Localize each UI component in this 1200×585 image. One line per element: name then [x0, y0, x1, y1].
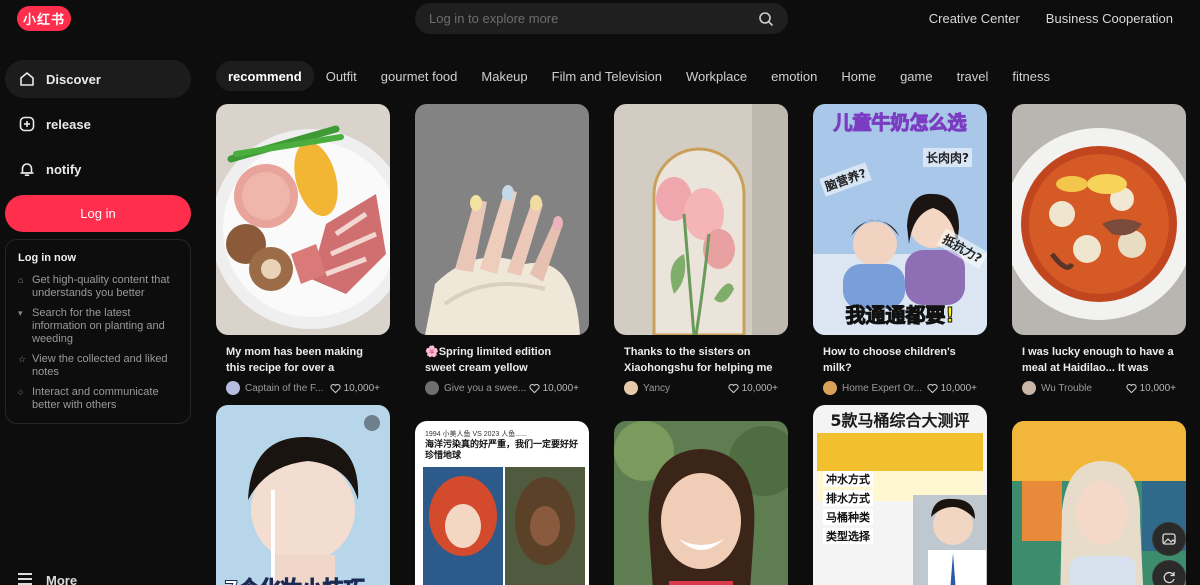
avatar[interactable]	[624, 381, 638, 395]
plus-square-icon	[19, 116, 35, 132]
note-title[interactable]: Thanks to the sisters on Xiaohongshu for…	[614, 344, 788, 376]
avatar[interactable]	[425, 381, 439, 395]
login-benefits-card: Log in now ⌂ Get high-quality content tha…	[5, 239, 191, 424]
author-name[interactable]: Wu Trouble	[1041, 383, 1126, 394]
like-count[interactable]: 10,000+	[926, 383, 977, 394]
sidebar-item-notify[interactable]: notify	[5, 150, 191, 188]
note-cover[interactable]: 1994 小美人鱼 VS 2023 人鱼...... 海洋污染真的好严重，我们一…	[415, 421, 589, 585]
heart-icon	[528, 383, 540, 393]
note-card[interactable]: Thanks to the sisters on Xiaohongshu for…	[614, 104, 788, 395]
bell-icon	[20, 163, 34, 176]
like-count[interactable]: 10,000+	[329, 383, 380, 394]
cover-tag: 长肉肉?	[923, 148, 972, 167]
note-card[interactable]: 儿童牛奶怎么选 脑营养? 长肉肉? 抵抗力? 我通通都要! How to cho…	[813, 104, 987, 395]
sidebar-item-release[interactable]: release	[5, 105, 191, 143]
note-cover[interactable]: 儿童牛奶怎么选 脑营养? 长肉肉? 抵抗力? 我通通都要!	[813, 104, 987, 335]
discover-icon	[20, 72, 34, 86]
author-name[interactable]: Home Expert Or...	[842, 383, 927, 394]
note-card[interactable]: My mom has been making this recipe for o…	[216, 104, 390, 395]
benefit-item: ⌂ Get high-quality content that understan…	[18, 274, 170, 299]
video-play-icon	[364, 415, 380, 431]
note-cover[interactable]: 5款马桶综合大测评 冲水方式 排水方式 马桶种类 类型选择	[813, 405, 987, 585]
note-cover[interactable]	[1012, 104, 1186, 335]
note-card[interactable]	[614, 421, 788, 585]
star-icon: ☆	[18, 354, 27, 364]
tab-recommend[interactable]: recommend	[216, 61, 314, 91]
note-cover[interactable]	[1012, 421, 1186, 585]
benefit-item: ☆ View the collected and liked notes	[18, 353, 168, 378]
author-name[interactable]: Give you a swee...	[444, 383, 529, 394]
chat-icon: ○	[18, 387, 24, 397]
heart-icon	[926, 383, 938, 393]
note-card[interactable]: I was lucky enough to have a meal at Hai…	[1012, 104, 1186, 395]
note-cover[interactable]	[415, 104, 589, 335]
image-view-button[interactable]	[1152, 522, 1186, 556]
tab-home[interactable]: Home	[829, 61, 888, 91]
app-logo[interactable]: 小红书	[17, 6, 71, 31]
like-count[interactable]: 10,000+	[1125, 383, 1176, 394]
sidebar-item-discover[interactable]: Discover	[5, 60, 191, 98]
tab-game[interactable]: game	[888, 61, 945, 91]
cover-title-overlay: 儿童牛奶怎么选	[833, 112, 967, 135]
heart-icon	[1125, 383, 1137, 393]
note-card[interactable]: 1994 小美人鱼 VS 2023 人鱼...... 海洋污染真的好严重，我们一…	[415, 421, 589, 585]
benefit-item: ○ Interact and communicate better with ot…	[18, 386, 159, 411]
tab-outfit[interactable]: Outfit	[314, 61, 369, 91]
creative-center-link[interactable]: Creative Center	[929, 11, 1020, 26]
more-menu[interactable]: More	[18, 573, 77, 585]
tab-workplace[interactable]: Workplace	[674, 61, 759, 91]
tab-emotion[interactable]: emotion	[759, 61, 829, 91]
note-cover[interactable]	[614, 104, 788, 335]
avatar[interactable]	[1022, 381, 1036, 395]
sidebar-item-label: notify	[46, 161, 82, 177]
note-cover[interactable]	[216, 104, 390, 335]
login-card-title: Log in now	[18, 252, 77, 264]
business-cooperation-link[interactable]: Business Cooperation	[1046, 11, 1173, 26]
login-button[interactable]: Log in	[5, 195, 191, 232]
refresh-icon	[1163, 571, 1175, 584]
sidebar-item-label: release	[46, 116, 91, 132]
search-input[interactable]	[429, 11, 758, 26]
cover-feature-list: 冲水方式 排水方式 马桶种类 类型选择	[823, 471, 873, 547]
note-title[interactable]: I was lucky enough to have a meal at Hai…	[1012, 344, 1186, 376]
like-count[interactable]: 10,000+	[528, 383, 579, 394]
home-icon: ⌂	[18, 275, 24, 285]
tab-makeup[interactable]: Makeup	[469, 61, 539, 91]
note-title[interactable]: How to choose children's milk?	[813, 344, 987, 376]
cover-caption-small: 1994 小美人鱼 VS 2023 人鱼......	[425, 431, 527, 438]
cover-caption: 海洋污染真的好严重，我们一定要好好珍惜地球	[425, 440, 579, 461]
sidebar: Discover release notify Log in Log in no…	[5, 60, 191, 424]
tab-travel[interactable]: travel	[945, 61, 1001, 91]
avatar[interactable]	[823, 381, 837, 395]
author-name[interactable]: Captain of the F...	[245, 383, 330, 394]
heart-icon	[329, 383, 341, 393]
note-cover[interactable]	[614, 421, 788, 585]
note-title[interactable]: 🌸Spring limited edition sweet cream yell…	[415, 344, 589, 376]
search-icon[interactable]	[758, 11, 774, 27]
benefit-item: ▾ Search for the latest information on pl…	[18, 307, 165, 345]
tab-fitness[interactable]: fitness	[1000, 61, 1062, 91]
cover-title-overlay: 7个化妆小技巧	[224, 573, 366, 585]
category-tabs: recommend Outfit gourmet food Makeup Fil…	[216, 61, 1062, 91]
hamburger-icon	[18, 573, 32, 585]
note-card[interactable]: 🌸Spring limited edition sweet cream yell…	[415, 104, 589, 395]
cover-bottom-overlay: 我通通都要!	[845, 303, 955, 328]
note-cover[interactable]: 7个化妆小技巧	[216, 405, 390, 585]
cover-title-overlay: 5款马桶综合大测评	[830, 411, 970, 430]
tab-gourmet-food[interactable]: gourmet food	[369, 61, 470, 91]
tab-film-and-television[interactable]: Film and Television	[540, 61, 674, 91]
like-count[interactable]: 10,000+	[727, 383, 778, 394]
avatar[interactable]	[226, 381, 240, 395]
sprout-icon: ▾	[18, 308, 23, 318]
image-icon	[1162, 533, 1176, 545]
note-card[interactable]: 5款马桶综合大测评 冲水方式 排水方式 马桶种类 类型选择	[813, 405, 987, 585]
more-label: More	[46, 573, 78, 585]
note-card[interactable]: 7个化妆小技巧	[216, 405, 390, 585]
author-name[interactable]: Yancy	[643, 383, 728, 394]
sidebar-item-label: Discover	[46, 71, 101, 87]
heart-icon	[727, 383, 739, 393]
search-bar[interactable]	[415, 3, 788, 34]
note-title[interactable]: My mom has been making this recipe for o…	[216, 344, 390, 376]
note-card[interactable]	[1012, 421, 1186, 585]
